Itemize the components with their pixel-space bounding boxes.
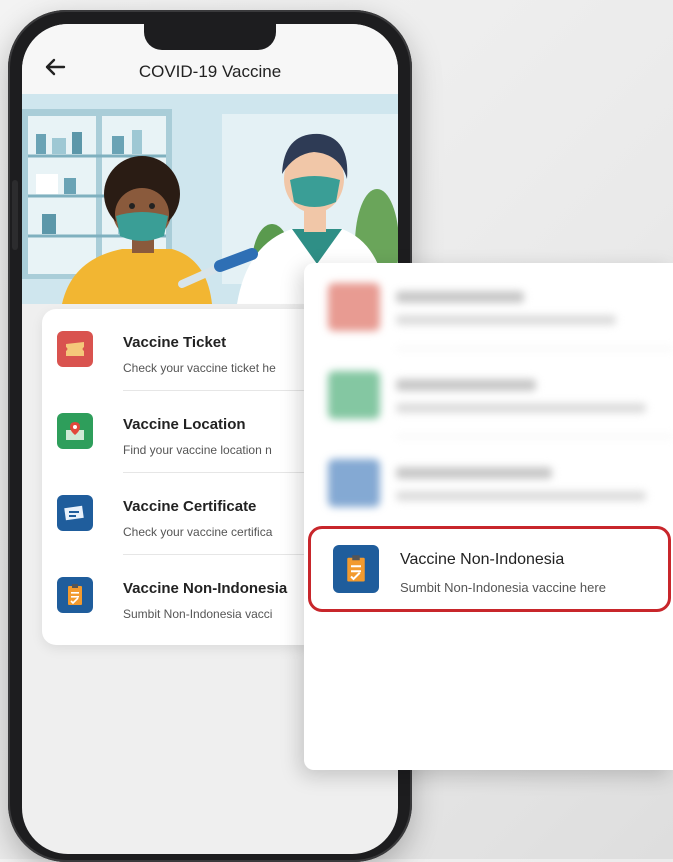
map-location-icon: [57, 413, 93, 449]
blurred-item-ticket: [304, 263, 673, 349]
menu-item-vaccine-location[interactable]: Vaccine Location Find your vaccine locat…: [42, 391, 342, 473]
blurred-subtitle: [396, 403, 646, 413]
menu-item-title: Vaccine Ticket: [123, 334, 227, 351]
blurred-subtitle: [396, 491, 646, 501]
menu-item-subtitle: Sumbit Non-Indonesia vacci: [123, 607, 273, 621]
menu-item-vaccine-ticket[interactable]: Vaccine Ticket Check your vaccine ticket…: [42, 309, 342, 391]
blurred-icon: [328, 371, 380, 419]
highlighted-menu-item-vaccine-non-indonesia[interactable]: Vaccine Non-Indonesia Sumbit Non-Indones…: [308, 526, 671, 612]
menu-item-vaccine-certificate[interactable]: Vaccine Certificate Check your vaccine c…: [42, 473, 342, 555]
clipboard-icon: [57, 577, 93, 613]
highlighted-item-title: Vaccine Non-Indonesia: [400, 551, 565, 568]
blurred-item-location: [304, 351, 673, 437]
menu-item-subtitle: Find your vaccine location n: [123, 443, 272, 457]
highlighted-item-subtitle: Sumbit Non-Indonesia vaccine here: [400, 580, 606, 595]
menu-item-title: Vaccine Certificate: [123, 498, 257, 515]
page-title: COVID-19 Vaccine: [138, 62, 282, 81]
blurred-item-certificate: [304, 439, 673, 525]
blurred-title: [396, 379, 536, 391]
menu-item-title: Vaccine Non-Indonesia: [123, 580, 288, 597]
blurred-subtitle: [396, 315, 616, 325]
blurred-icon: [328, 459, 380, 507]
menu-item-vaccine-non-indonesia[interactable]: Vaccine Non-Indonesia Sumbit Non-Indones…: [42, 555, 342, 637]
blurred-title: [396, 467, 552, 479]
divider: [396, 348, 673, 349]
divider: [396, 436, 673, 437]
menu-item-title: Vaccine Location: [123, 416, 246, 433]
ticket-icon: [57, 331, 93, 367]
vaccine-menu-card: Vaccine Ticket Check your vaccine ticket…: [42, 309, 342, 645]
menu-item-subtitle: Check your vaccine ticket he: [123, 361, 276, 375]
phone-notch: [144, 24, 276, 50]
menu-item-subtitle: Check your vaccine certifica: [123, 525, 273, 539]
clipboard-icon: [333, 545, 379, 593]
blurred-title: [396, 291, 524, 303]
blurred-icon: [328, 283, 380, 331]
zoom-callout-panel: Vaccine Non-Indonesia Sumbit Non-Indones…: [304, 263, 673, 770]
phone-side-button: [12, 180, 18, 250]
certificate-icon: [57, 495, 93, 531]
